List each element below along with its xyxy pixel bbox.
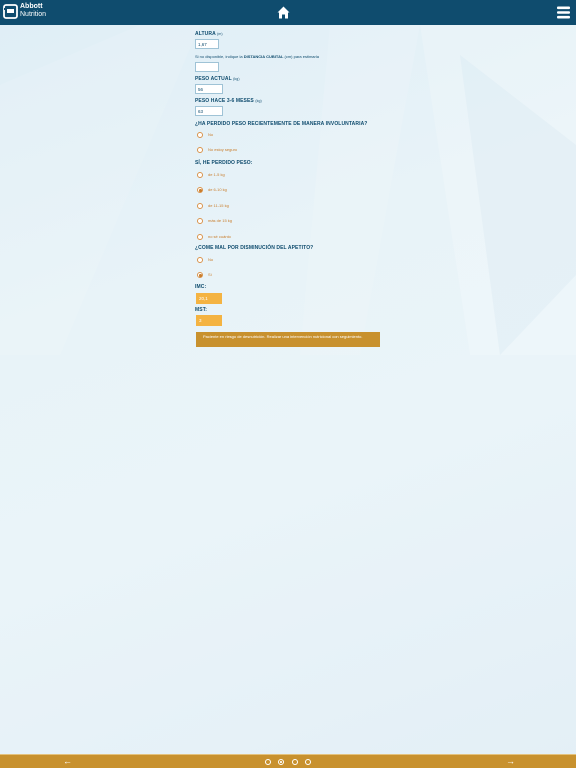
perdido-question: ¿HA PERDIDO PESO RECIENTEMENTE DE MANERA…	[195, 121, 368, 127]
footer-nav: ← →	[0, 754, 576, 768]
peso-previo-input[interactable]	[195, 106, 223, 116]
radio-label: de 6-10 kg	[208, 187, 227, 192]
cubital-input[interactable]	[195, 62, 219, 72]
prev-arrow-icon[interactable]: ←	[63, 757, 72, 766]
imc-result: 20,1	[196, 293, 222, 304]
radio-label: no sé cuánto	[208, 234, 231, 239]
altura-input[interactable]	[195, 39, 219, 49]
peso-actual-label: PESO ACTUAL (kg)	[195, 76, 240, 82]
brand-name: Abbott	[20, 3, 43, 10]
peso-previo-label: PESO HACE 3-6 MESES (kg)	[195, 98, 262, 104]
radio-circle[interactable]	[197, 147, 203, 153]
hamburger-menu-icon[interactable]	[557, 6, 570, 19]
radio-circle[interactable]	[197, 132, 203, 138]
brand-subtitle: Nutrition	[20, 11, 47, 18]
abbott-logo-icon	[3, 4, 18, 19]
peso-actual-input[interactable]	[195, 84, 223, 94]
radio-circle-selected[interactable]	[197, 272, 203, 278]
brand: Abbott Nutrition	[20, 3, 46, 19]
next-arrow-icon[interactable]: →	[506, 757, 515, 766]
radio-label: más de 15 kg	[208, 218, 233, 223]
radio-label: No	[208, 257, 214, 262]
radio-circle[interactable]	[197, 257, 203, 263]
mst-label: MST:	[195, 307, 208, 313]
radio-label: de 1-5 kg	[208, 172, 225, 177]
radio-circle[interactable]	[197, 203, 203, 209]
radio-label: Sí	[208, 272, 212, 277]
mst-result: 3	[196, 315, 222, 326]
altura-label: ALTURA (m)	[195, 31, 223, 37]
radio-circle-selected[interactable]	[197, 187, 203, 193]
apetito-question: ¿COME MAL POR DISMINUCIÓN DEL APETITO?	[195, 245, 314, 251]
home-icon[interactable]	[277, 6, 290, 19]
radio-circle[interactable]	[197, 172, 203, 178]
page-dot-2-active[interactable]	[278, 759, 284, 765]
cantidad-question: SÍ, HE PERDIDO PESO:	[195, 160, 253, 166]
risk-alert: Paciente en riesgo de desnutrición. Real…	[196, 332, 380, 347]
top-bar: Abbott Nutrition	[0, 0, 576, 25]
cubital-note: Si no disponible, indique la DISTANCIA C…	[195, 54, 319, 59]
radio-circle[interactable]	[197, 218, 203, 224]
radio-label: No	[208, 132, 214, 137]
radio-label: de 11-15 kg	[208, 203, 229, 208]
page-dot-4[interactable]	[305, 759, 311, 765]
radio-circle[interactable]	[197, 234, 203, 240]
radio-label: No estoy seguro	[208, 147, 238, 152]
page-dot-1[interactable]	[265, 759, 271, 765]
background-decoration	[0, 25, 576, 355]
page-dot-3[interactable]	[292, 759, 298, 765]
imc-label: IMC:	[195, 284, 207, 290]
